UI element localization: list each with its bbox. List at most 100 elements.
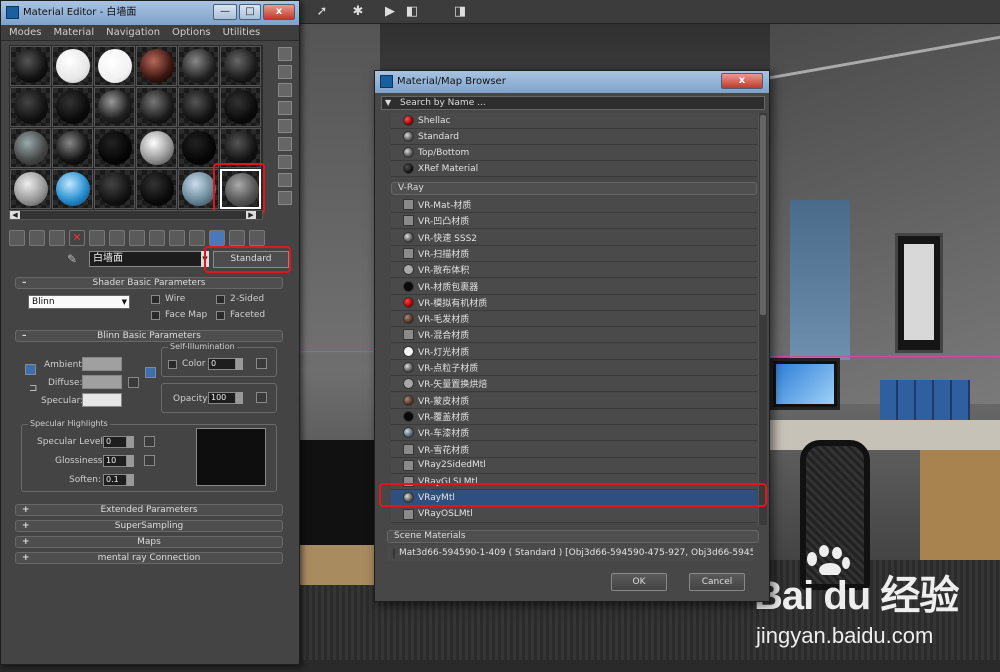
self-illum-color-checkbox[interactable]: Color [168, 359, 206, 369]
cancel-button[interactable]: Cancel [689, 573, 745, 591]
pick-material-icon[interactable] [249, 230, 265, 246]
scroll-thumb[interactable] [760, 115, 766, 315]
name-dropdown-icon[interactable]: ▼ [201, 251, 209, 267]
opacity-spinner[interactable]: 100 [208, 392, 243, 404]
put-to-scene-icon[interactable] [29, 230, 45, 246]
sample-slot[interactable] [178, 128, 219, 168]
options-icon[interactable] [278, 155, 292, 169]
sample-slot[interactable] [94, 87, 135, 127]
sample-slot[interactable] [220, 128, 261, 168]
specular-level-spinner[interactable]: 0 [103, 436, 134, 448]
sample-slot[interactable] [136, 169, 177, 209]
list-item-vray[interactable]: VR-材质包裹器 [391, 278, 757, 295]
get-material-icon[interactable] [9, 230, 25, 246]
copy-material-icon[interactable] [89, 230, 105, 246]
sample-slot[interactable] [10, 128, 51, 168]
sample-slot[interactable] [52, 128, 93, 168]
scene-material-item[interactable]: Mat3d66-594590-1-409 ( Standard ) [Obj3d… [387, 545, 753, 561]
list-item-vray[interactable]: VR-蒙皮材质 [391, 392, 757, 409]
search-input[interactable]: Search by Name ... [400, 97, 486, 109]
video-check-icon[interactable] [278, 119, 292, 133]
material-map-browser-dialog[interactable]: Material/Map Browser x ▼ Search by Name … [374, 70, 770, 602]
slots-scrollbar[interactable]: ◀ ▶ [9, 210, 263, 220]
browser-scrollbar[interactable] [758, 113, 767, 525]
list-item-vray[interactable]: VR-Mat-材质 [391, 197, 757, 213]
menu-modes[interactable]: Modes [9, 27, 41, 38]
material-name-field[interactable]: 白墙面 [89, 251, 204, 267]
sample-slot[interactable] [220, 87, 261, 127]
select-by-material-icon[interactable] [278, 173, 292, 187]
mirror-icon[interactable]: ▶ [380, 2, 400, 22]
material-id-icon[interactable] [149, 230, 165, 246]
menu-navigation[interactable]: Navigation [106, 27, 160, 38]
vray-group-header[interactable]: V-Ray [391, 182, 757, 195]
sample-slot-selected[interactable] [220, 169, 261, 209]
browser-close-button[interactable]: x [721, 73, 763, 89]
reset-icon[interactable]: ✕ [69, 230, 85, 246]
lock-ambient-diffuse-icon[interactable] [25, 364, 36, 375]
material-editor-window[interactable]: Material Editor - 白墙面 — □ x Modes Materi… [0, 0, 300, 665]
diffuse-map-button[interactable] [128, 377, 139, 388]
blinn-basic-rollout-header[interactable]: – Blinn Basic Parameters [15, 330, 283, 342]
maps-rollout[interactable]: + Maps [15, 536, 283, 548]
menu-material[interactable]: Material [53, 27, 94, 38]
select-arrow-icon[interactable]: ➚ [312, 2, 332, 22]
sample-type-icon[interactable] [278, 47, 292, 61]
extended-parameters-rollout[interactable]: + Extended Parameters [15, 504, 283, 516]
sample-slot[interactable] [10, 46, 51, 86]
ambient-swatch[interactable] [82, 357, 122, 371]
list-item-vray[interactable]: VR-散布体积 [391, 262, 757, 279]
list-item-vray[interactable]: VR-快速 SSS2 [391, 229, 757, 246]
sample-slot[interactable] [52, 169, 93, 209]
sample-slot[interactable] [178, 46, 219, 86]
list-item-vray[interactable]: VRayGLSLMtl [391, 474, 757, 491]
list-item-vray[interactable]: VR-覆盖材质 [391, 408, 757, 425]
list-item-xref-material[interactable]: XRef Material [391, 161, 757, 177]
menu-utilities[interactable]: Utilities [223, 27, 261, 38]
make-unique-icon[interactable] [109, 230, 125, 246]
list-item-vray[interactable]: VR-混合材质 [391, 327, 757, 344]
background-icon[interactable] [278, 83, 292, 97]
show-end-result-icon[interactable] [189, 230, 205, 246]
align-icon[interactable]: ◧ [402, 2, 422, 22]
list-item-vray[interactable]: VR-车漆材质 [391, 425, 757, 442]
browser-titlebar[interactable]: Material/Map Browser x [375, 71, 769, 93]
browser-search-bar[interactable]: ▼ Search by Name ... [381, 96, 765, 110]
sample-slot[interactable] [220, 46, 261, 86]
specular-level-map-button[interactable] [144, 436, 155, 447]
sample-slot[interactable] [94, 169, 135, 209]
shader-basic-rollout-header[interactable]: – Shader Basic Parameters [15, 277, 283, 289]
material-editor-titlebar[interactable]: Material Editor - 白墙面 — □ x [1, 1, 299, 25]
list-item-vray[interactable]: VR-扫描材质 [391, 245, 757, 262]
close-button[interactable]: x [263, 4, 295, 20]
lock-diffuse-specular-icon[interactable] [145, 367, 156, 378]
material-list[interactable]: Shellac Standard Top/Bottom XRef Materia… [389, 113, 757, 525]
supersampling-rollout[interactable]: + SuperSampling [15, 520, 283, 532]
put-to-library-icon[interactable] [129, 230, 145, 246]
list-item-vray[interactable]: VR-矢量置换烘焙 [391, 376, 757, 393]
show-map-icon[interactable] [169, 230, 185, 246]
face-map-checkbox[interactable]: Face Map [151, 310, 207, 320]
eyedropper-icon[interactable]: ✎ [67, 252, 81, 266]
go-forward-sibling-icon[interactable] [229, 230, 245, 246]
maximize-button[interactable]: □ [239, 4, 261, 20]
sample-uv-icon[interactable] [278, 101, 292, 115]
two-sided-checkbox[interactable]: 2-Sided [216, 294, 264, 304]
sample-slot[interactable] [10, 169, 51, 209]
ok-button[interactable]: OK [611, 573, 667, 591]
sample-slot[interactable] [94, 46, 135, 86]
material-type-button[interactable]: Standard [213, 251, 289, 268]
wire-checkbox[interactable]: Wire [151, 294, 185, 304]
list-item-vray[interactable]: VR-凹凸材质 [391, 213, 757, 230]
list-item-top-bottom[interactable]: Top/Bottom [391, 145, 757, 161]
list-item-vray[interactable]: VR-点粒子材质 [391, 360, 757, 376]
glossiness-spinner[interactable]: 10 [103, 455, 134, 467]
material-navigator-icon[interactable] [278, 191, 292, 205]
shader-select[interactable]: Blinn ▼ [28, 295, 130, 309]
diffuse-swatch[interactable] [82, 375, 122, 389]
sample-slot[interactable] [178, 87, 219, 127]
list-item-vray[interactable]: VR-毛发材质 [391, 311, 757, 328]
mental-ray-connection-rollout[interactable]: + mental ray Connection [15, 552, 283, 564]
list-item-vray[interactable]: VR-雪花材质 [391, 441, 757, 458]
sample-slot[interactable] [52, 87, 93, 127]
